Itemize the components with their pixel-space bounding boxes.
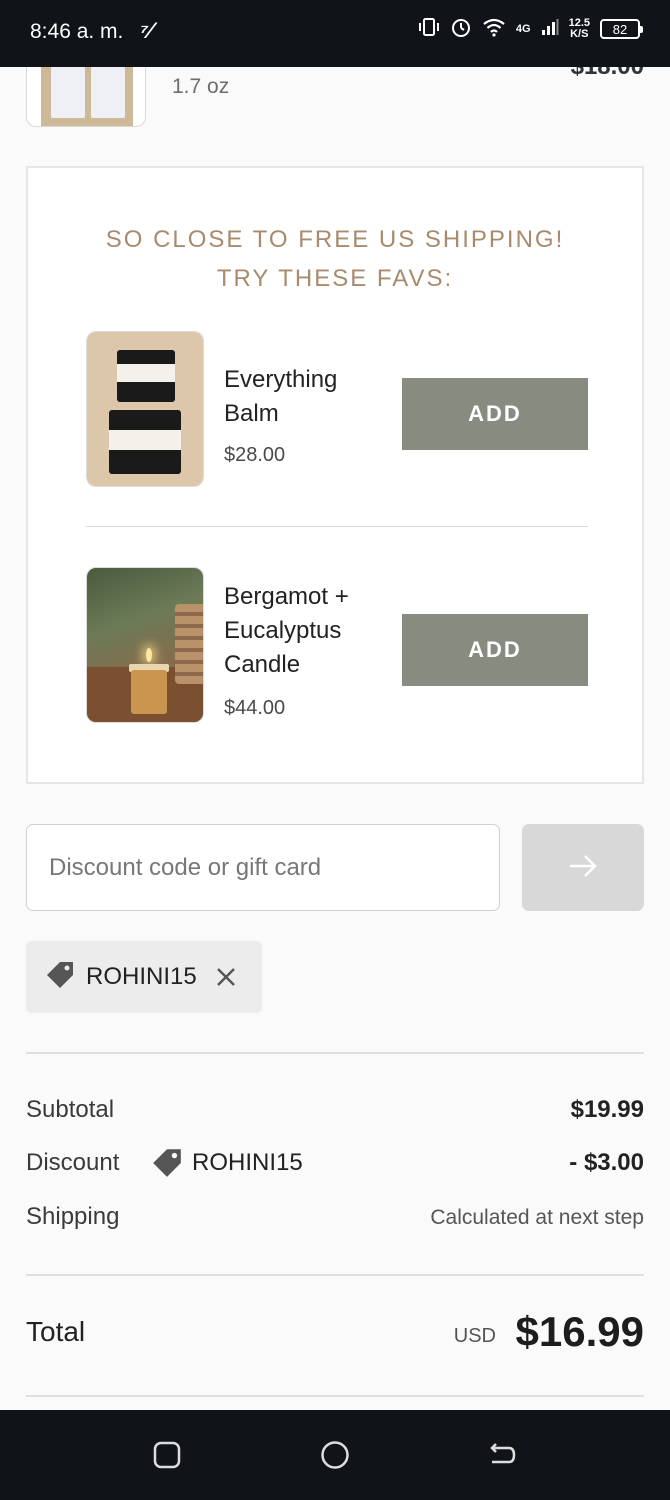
- upsell-item: Everything Balm $28.00 ADD: [86, 331, 588, 491]
- recents-icon: [153, 1441, 181, 1469]
- status-time: 8:46 a. m.: [30, 20, 124, 43]
- product-thumbnail: [86, 331, 204, 487]
- total-currency: USD: [453, 1325, 496, 1347]
- discount-label: Discount: [26, 1149, 120, 1176]
- stack: [175, 604, 203, 684]
- system-nav-bar: [0, 1410, 670, 1500]
- recents-button[interactable]: [152, 1440, 182, 1470]
- divider: [86, 526, 588, 527]
- data-speed-unit: K/S: [570, 28, 589, 40]
- applied-discount-code: ROHINI15: [86, 963, 197, 990]
- upsell-item: Bergamot + Eucalyptus Candle $44.00 ADD: [86, 567, 588, 727]
- product-price: $18.00: [571, 67, 644, 81]
- upsell-title: SO CLOSE TO FREE US SHIPPING! TRY THESE …: [28, 220, 642, 298]
- product-box: [51, 67, 85, 118]
- discount-summary-tag: ROHINI15: [150, 1146, 303, 1180]
- discount-code-input[interactable]: [26, 824, 500, 911]
- status-icons: 4G 12.5 K/S 82: [418, 16, 643, 42]
- discount-summary-code: ROHINI15: [192, 1149, 303, 1176]
- add-candle-button[interactable]: ADD: [402, 614, 588, 686]
- product-thumbnail: [26, 67, 146, 127]
- upsell-product-price: $28.00: [224, 444, 286, 466]
- divider: [26, 1052, 644, 1054]
- app-notification-icon: ⁷⁄: [140, 18, 153, 43]
- total-label: Total: [26, 1316, 86, 1347]
- name-line: Candle: [224, 651, 301, 678]
- name-line: Bergamot +: [224, 583, 349, 610]
- shipping-value: Calculated at next step: [430, 1206, 644, 1229]
- close-icon: [216, 968, 235, 986]
- battery-icon: 82: [600, 19, 643, 39]
- wifi-icon: [482, 17, 506, 41]
- upsell-title-line1: SO CLOSE TO FREE US SHIPPING!: [105, 226, 565, 253]
- cart-item-partial: 1.7 oz $18.00: [0, 67, 670, 137]
- flame: [146, 648, 152, 662]
- divider: [26, 1395, 644, 1397]
- arrow-right-icon: [567, 850, 599, 885]
- data-speed: 12.5 K/S: [569, 18, 590, 40]
- name-line: Everything: [224, 366, 338, 393]
- network-label: 4G: [515, 22, 531, 35]
- name-line: Eucalyptus: [224, 617, 342, 644]
- status-bar: 8:46 a. m. ⁷⁄ 4G 12.5 K/S 82: [0, 0, 670, 67]
- back-icon: [490, 1443, 516, 1464]
- product-box: [91, 67, 125, 118]
- candle-jar: [131, 670, 167, 714]
- subtotal-value: $19.99: [570, 1096, 644, 1123]
- signal-icon: [541, 18, 559, 40]
- back-button[interactable]: [487, 1440, 517, 1470]
- product-variant: 1.7 oz: [172, 75, 230, 98]
- upsell-product-price: $44.00: [224, 697, 286, 719]
- thumbnail-image: [41, 67, 133, 126]
- jar-label: [117, 364, 175, 382]
- home-icon: [321, 1441, 349, 1469]
- upsell-panel: SO CLOSE TO FREE US SHIPPING! TRY THESE …: [26, 166, 644, 784]
- divider: [26, 1274, 644, 1276]
- applied-discount-chip: ROHINI15: [26, 941, 262, 1013]
- subtotal-label: Subtotal: [26, 1096, 115, 1123]
- product-thumbnail: [86, 567, 204, 723]
- remove-discount-button[interactable]: [215, 966, 237, 988]
- tag-icon: [153, 1149, 181, 1177]
- shipping-label: Shipping: [26, 1203, 120, 1230]
- upsell-product-name: Bergamot + Eucalyptus Candle: [224, 580, 349, 682]
- discount-value: - $3.00: [569, 1149, 644, 1176]
- apply-discount-button[interactable]: [522, 824, 644, 911]
- total-amount: $16.99: [515, 1308, 644, 1355]
- battery-level: 82: [612, 21, 628, 37]
- home-button[interactable]: [320, 1440, 350, 1470]
- alarm-icon: [450, 16, 472, 42]
- add-everything-balm-button[interactable]: ADD: [402, 378, 588, 450]
- vibrate-icon: [418, 16, 440, 42]
- upsell-title-line2: TRY THESE FAVS:: [216, 265, 454, 292]
- tag-icon: [44, 959, 76, 996]
- name-line: Balm: [224, 400, 279, 427]
- upsell-product-name: Everything Balm: [224, 363, 337, 431]
- jar-label: [109, 430, 181, 450]
